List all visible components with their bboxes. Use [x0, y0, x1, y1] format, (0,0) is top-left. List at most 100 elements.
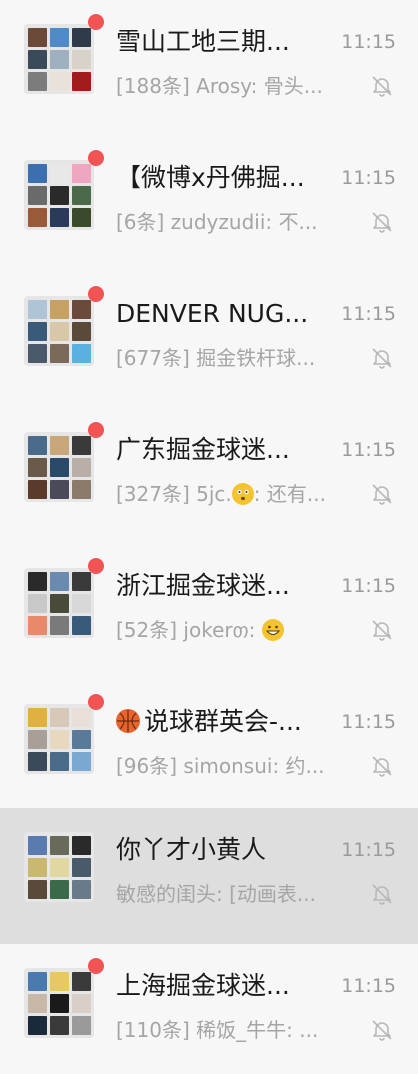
member-avatar-tile: [27, 1015, 47, 1035]
member-avatar-tile: [27, 207, 47, 227]
member-avatar-tile: [49, 971, 69, 991]
last-message-preview: [327条] 5jc.: 还有...: [116, 478, 352, 510]
last-message-text: [6条] zudyzudii: 不...: [116, 210, 318, 234]
member-avatar-tile: [27, 185, 47, 205]
last-message-text: [110条] 稀饭_牛牛: ...: [116, 1018, 319, 1042]
chat-timestamp: 11:15: [341, 303, 396, 325]
member-avatar-tile: [49, 993, 69, 1013]
member-avatar-tile: [71, 879, 91, 899]
member-avatar-tile: [49, 479, 69, 499]
chat-list: 雪山工地三期... 11:15 [188条] Arosy: 骨头... 【微博x丹佛掘…: [0, 0, 418, 1074]
last-message-text: 敏感的闺头: [动画表...: [116, 882, 316, 906]
chat-name-text: 上海掘金球迷...: [116, 971, 290, 1000]
member-avatar-tile: [49, 163, 69, 183]
member-avatar-tile: [49, 457, 69, 477]
member-avatar-tile: [71, 321, 91, 341]
member-avatar-tile: [27, 435, 47, 455]
member-avatar-tile: [27, 343, 47, 363]
group-avatar: [24, 432, 94, 502]
member-avatar-tile: [71, 457, 91, 477]
member-avatar-tile: [49, 435, 69, 455]
member-avatar-tile: [71, 971, 91, 991]
chat-list-item[interactable]: 广东掘金球迷... 11:15 [327条] 5jc.: 还有...: [0, 408, 418, 544]
group-avatar: [24, 160, 94, 230]
member-avatar-tile: [49, 835, 69, 855]
last-message-preview: [677条] 掘金铁杆球...: [116, 342, 352, 374]
member-avatar-tile: [27, 857, 47, 877]
member-avatar-tile: [71, 27, 91, 47]
last-message-preview: [96条] simonsui: 约...: [116, 750, 352, 782]
member-avatar-tile: [27, 971, 47, 991]
last-message-text-rest: : 还有...: [253, 482, 326, 506]
chat-name-text: 雪山工地三期...: [116, 27, 290, 56]
last-message-preview: [6条] zudyzudii: 不...: [116, 206, 352, 238]
member-avatar-tile: [49, 615, 69, 635]
chat-timestamp: 11:15: [341, 167, 396, 189]
chat-timestamp: 11:15: [341, 839, 396, 861]
member-avatar-tile: [27, 571, 47, 591]
member-avatar-tile: [71, 71, 91, 91]
unread-badge: [88, 694, 104, 710]
chat-name: 浙江掘金球迷...: [116, 566, 326, 606]
chat-name-text: 说球群英会-...: [144, 707, 302, 736]
member-avatar-tile: [27, 479, 47, 499]
group-avatar: [24, 832, 94, 902]
member-avatar-tile: [27, 163, 47, 183]
mute-bell-icon: [370, 618, 394, 642]
last-message-text: [188条] Arosy: 骨头...: [116, 74, 323, 98]
last-message-preview: [110条] 稀饭_牛牛: ...: [116, 1014, 352, 1046]
member-avatar-tile: [49, 1015, 69, 1035]
member-avatar-tile: [71, 571, 91, 591]
member-avatar-tile: [71, 729, 91, 749]
member-avatar-tile: [27, 49, 47, 69]
unread-badge: [88, 422, 104, 438]
unread-badge: [88, 558, 104, 574]
chat-list-item[interactable]: 浙江掘金球迷... 11:15 [52条] jokerთ:: [0, 544, 418, 680]
mute-bell-icon: [370, 210, 394, 234]
member-avatar-tile: [27, 27, 47, 47]
chat-name: 广东掘金球迷...: [116, 430, 326, 470]
chat-list-item[interactable]: 【微博x丹佛掘... 11:15 [6条] zudyzudii: 不...: [0, 136, 418, 272]
last-message-preview: 敏感的闺头: [动画表...: [116, 878, 352, 910]
member-avatar-tile: [71, 479, 91, 499]
chat-list-item[interactable]: DENVER NUG... 11:15 [677条] 掘金铁杆球...: [0, 272, 418, 408]
member-avatar-tile: [49, 857, 69, 877]
mute-bell-icon: [370, 74, 394, 98]
member-avatar-tile: [71, 1015, 91, 1035]
member-avatar-tile: [49, 27, 69, 47]
last-message-text: [52条] jokerთ:: [116, 618, 262, 642]
member-avatar-tile: [71, 857, 91, 877]
last-message-text: [96条] simonsui: 约...: [116, 754, 325, 778]
mute-bell-icon: [370, 882, 394, 906]
member-avatar-tile: [49, 71, 69, 91]
chat-list-item[interactable]: 说球群英会-... 11:15 [96条] simonsui: 约...: [0, 680, 418, 816]
chat-name: 你丫才小黄人: [116, 830, 326, 870]
member-avatar-tile: [71, 707, 91, 727]
mute-bell-icon: [370, 754, 394, 778]
member-avatar-tile: [49, 707, 69, 727]
chat-timestamp: 11:15: [341, 31, 396, 53]
chat-timestamp: 11:15: [341, 575, 396, 597]
chat-list-item[interactable]: 雪山工地三期... 11:15 [188条] Arosy: 骨头...: [0, 0, 418, 136]
chat-timestamp: 11:15: [341, 711, 396, 733]
member-avatar-tile: [71, 207, 91, 227]
member-avatar-tile: [49, 571, 69, 591]
unread-badge: [88, 958, 104, 974]
member-avatar-tile: [27, 615, 47, 635]
chat-name: 上海掘金球迷...: [116, 966, 326, 1006]
member-avatar-tile: [27, 321, 47, 341]
chat-list-item[interactable]: 你丫才小黄人 11:15 敏感的闺头: [动画表...: [0, 808, 418, 944]
member-avatar-tile: [27, 457, 47, 477]
chat-name: DENVER NUG...: [116, 294, 326, 334]
chat-name-text: 浙江掘金球迷...: [116, 571, 290, 600]
member-avatar-tile: [71, 751, 91, 771]
basketball-icon: [116, 709, 140, 733]
last-message-preview: [52条] jokerთ:: [116, 614, 352, 646]
chat-timestamp: 11:15: [341, 439, 396, 461]
last-message-preview: [188条] Arosy: 骨头...: [116, 70, 352, 102]
chat-list-item[interactable]: 上海掘金球迷... 11:15 [110条] 稀饭_牛牛: ...: [0, 944, 418, 1074]
member-avatar-tile: [27, 751, 47, 771]
member-avatar-tile: [49, 207, 69, 227]
member-avatar-tile: [71, 993, 91, 1013]
chat-name: 说球群英会-...: [116, 702, 326, 742]
